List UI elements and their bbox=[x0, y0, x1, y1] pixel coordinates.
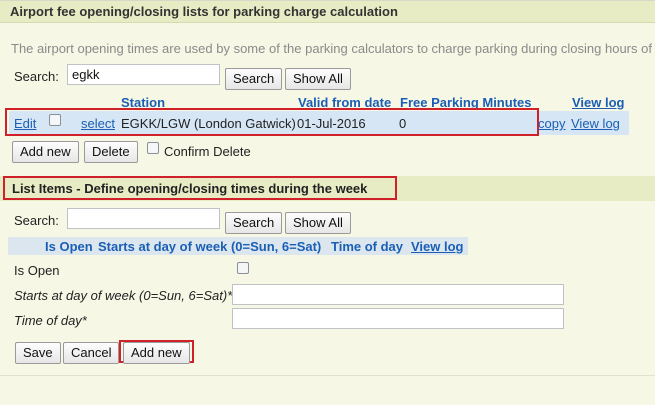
edit-link[interactable]: Edit bbox=[14, 116, 36, 131]
list-column-view-log[interactable]: View log bbox=[411, 239, 464, 254]
row-view-log-link[interactable]: View log bbox=[571, 116, 620, 131]
search-label: Search: bbox=[14, 69, 59, 84]
add-new-button[interactable]: Add new bbox=[12, 141, 79, 163]
search-button[interactable]: Search bbox=[225, 68, 283, 90]
list-add-new-button[interactable]: Add new bbox=[123, 342, 190, 364]
list-column-time-of-day[interactable]: Time of day bbox=[331, 239, 403, 254]
starts-at-label: Starts at day of week (0=Sun, 6=Sat)* bbox=[14, 288, 233, 303]
panel-description: The airport opening times are used by so… bbox=[11, 41, 652, 56]
list-show-all-button[interactable]: Show All bbox=[285, 212, 351, 234]
station-cell: EGKK/LGW (London Gatwick) bbox=[121, 116, 296, 131]
divider bbox=[0, 375, 655, 376]
list-column-starts-at[interactable]: Starts at day of week (0=Sun, 6=Sat) bbox=[98, 239, 321, 254]
time-of-day-input[interactable] bbox=[232, 308, 564, 329]
list-search-label: Search: bbox=[14, 213, 59, 228]
free-parking-cell: 0 bbox=[399, 116, 407, 131]
is-open-checkbox[interactable] bbox=[237, 262, 249, 274]
select-link[interactable]: select bbox=[81, 116, 115, 131]
save-button[interactable]: Save bbox=[15, 342, 61, 364]
is-open-label: Is Open bbox=[14, 263, 60, 278]
row-checkbox[interactable] bbox=[49, 114, 61, 126]
list-panel-title: List Items - Define opening/closing time… bbox=[12, 181, 368, 196]
list-search-input[interactable] bbox=[67, 208, 220, 229]
delete-button[interactable]: Delete bbox=[84, 141, 138, 163]
list-column-is-open[interactable]: Is Open bbox=[45, 239, 93, 254]
starts-at-input[interactable] bbox=[232, 284, 564, 305]
list-search-button[interactable]: Search bbox=[225, 212, 283, 234]
valid-from-cell: 01-Jul-2016 bbox=[297, 116, 366, 131]
column-view-log[interactable]: View log bbox=[572, 95, 625, 110]
copy-link[interactable]: copy bbox=[538, 116, 565, 131]
confirm-delete-label: Confirm Delete bbox=[164, 144, 251, 159]
panel-title: Airport fee opening/closing lists for pa… bbox=[0, 1, 655, 23]
cancel-button[interactable]: Cancel bbox=[63, 342, 120, 364]
search-input[interactable] bbox=[67, 64, 220, 85]
time-of-day-label: Time of day* bbox=[14, 313, 87, 328]
show-all-button[interactable]: Show All bbox=[285, 68, 351, 90]
confirm-delete-checkbox[interactable] bbox=[147, 142, 159, 154]
